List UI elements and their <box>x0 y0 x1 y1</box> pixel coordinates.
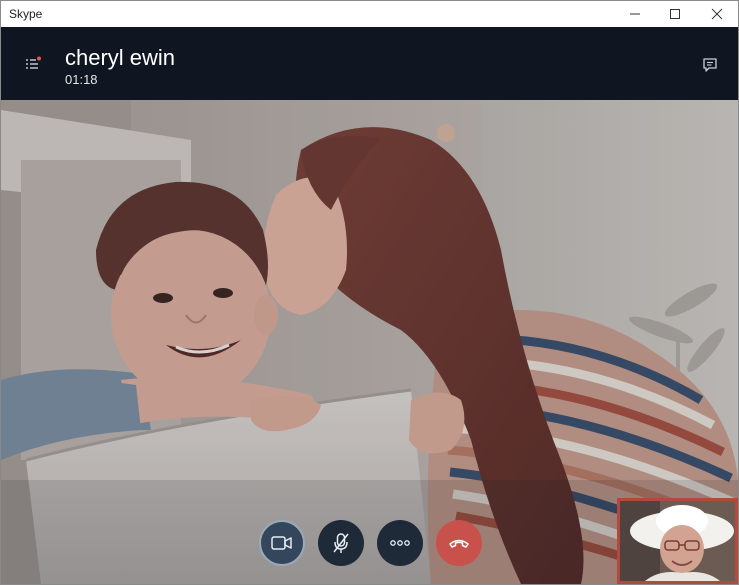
more-options-icon <box>390 540 410 546</box>
close-icon <box>711 8 723 20</box>
contact-name: cheryl ewin <box>65 45 176 70</box>
participants-button[interactable] <box>23 55 43 73</box>
minimize-icon <box>630 13 640 15</box>
end-call-button[interactable] <box>436 520 482 566</box>
call-header: cheryl ewin 01:18 <box>1 27 738 100</box>
skype-window: Skype cheryl ewin 01:18 <box>0 0 739 585</box>
window-title: Skype <box>9 7 43 21</box>
maximize-button[interactable] <box>655 1 695 27</box>
microphone-muted-icon <box>333 533 349 553</box>
maximize-icon <box>670 9 680 19</box>
title-bar: Skype <box>1 1 738 27</box>
chat-icon <box>703 58 717 72</box>
close-button[interactable] <box>697 1 737 27</box>
participants-list-icon <box>26 56 41 69</box>
more-options-button[interactable] <box>377 520 423 566</box>
call-duration: 01:18 <box>65 72 98 87</box>
mute-button[interactable] <box>318 520 364 566</box>
minimize-button[interactable] <box>615 1 655 27</box>
video-button[interactable] <box>259 520 305 566</box>
self-view-video[interactable] <box>617 498 738 584</box>
self-view-image <box>620 501 735 581</box>
video-camera-icon <box>271 536 292 550</box>
end-call-icon <box>449 539 469 548</box>
chat-button[interactable] <box>700 55 720 75</box>
